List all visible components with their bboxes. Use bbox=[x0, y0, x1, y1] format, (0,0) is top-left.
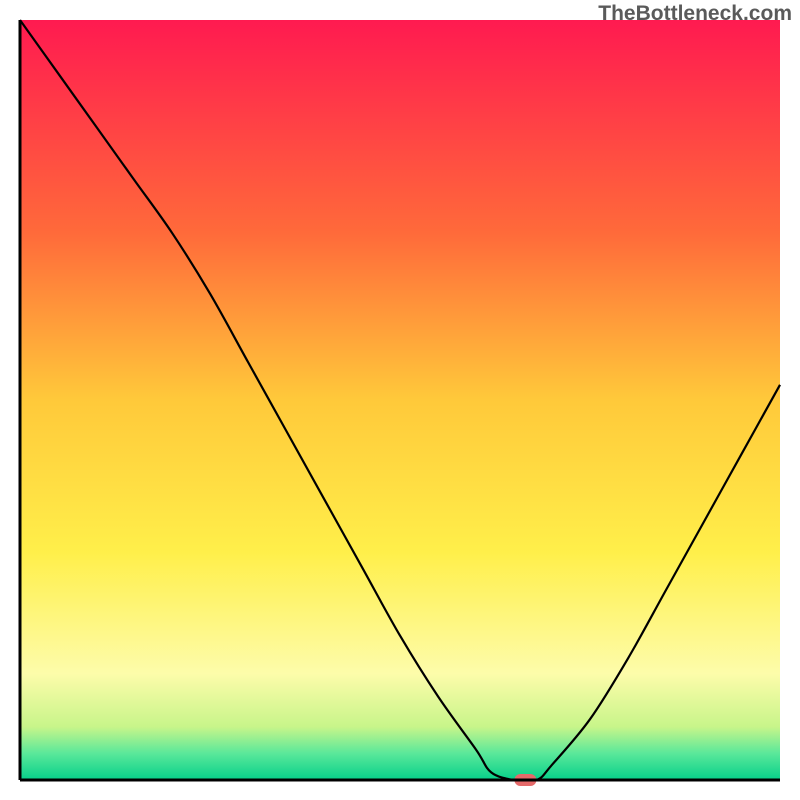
chart-svg bbox=[0, 0, 800, 800]
bottleneck-chart: TheBottleneck.com bbox=[0, 0, 800, 800]
watermark-text: TheBottleneck.com bbox=[598, 2, 792, 26]
plot-background bbox=[20, 20, 780, 780]
